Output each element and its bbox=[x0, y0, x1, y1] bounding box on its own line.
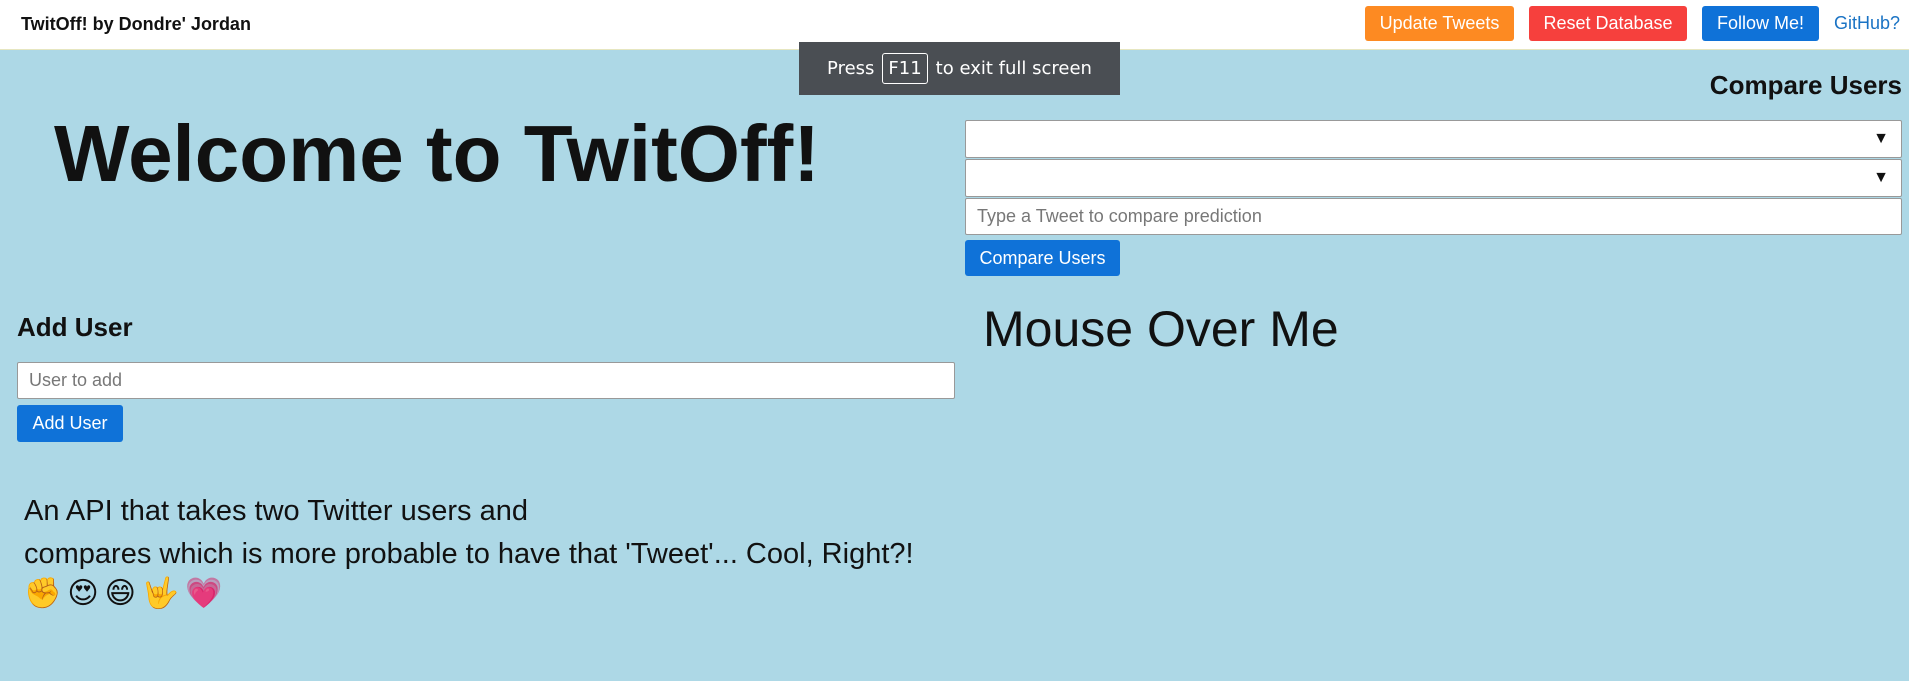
welcome-heading: Welcome to TwitOff! bbox=[54, 109, 820, 198]
user-to-add-input[interactable] bbox=[17, 362, 955, 399]
compare-users-button[interactable]: Compare Users bbox=[965, 240, 1120, 276]
mouse-over-text[interactable]: Mouse Over Me bbox=[983, 300, 1339, 358]
reset-database-button[interactable]: Reset Database bbox=[1529, 6, 1687, 41]
description-line-1: An API that takes two Twitter users and bbox=[24, 495, 529, 527]
fullscreen-notice-prefix: Press bbox=[827, 58, 875, 79]
dropdown-arrow-icon: ▼ bbox=[1873, 130, 1889, 147]
description-line-2: compares which is more probable to have … bbox=[24, 538, 914, 570]
user2-select[interactable]: ▼ bbox=[965, 159, 1902, 197]
tweet-input[interactable] bbox=[965, 198, 1902, 235]
description: An API that takes two Twitter users and … bbox=[24, 490, 914, 576]
follow-me-button[interactable]: Follow Me! bbox=[1702, 6, 1819, 41]
fullscreen-notice: Press F11 to exit full screen bbox=[799, 42, 1120, 95]
add-user-button[interactable]: Add User bbox=[17, 405, 123, 442]
add-user-title: Add User bbox=[17, 312, 133, 342]
emoji-row: ✊😍😄🤟💗 bbox=[24, 577, 229, 610]
update-tweets-button[interactable]: Update Tweets bbox=[1365, 6, 1514, 41]
user1-select[interactable]: ▼ bbox=[965, 120, 1902, 158]
compare-users-title: Compare Users bbox=[1709, 70, 1902, 100]
f11-key: F11 bbox=[882, 53, 928, 84]
brand-title[interactable]: TwitOff! by Dondre' Jordan bbox=[21, 14, 251, 35]
github-link[interactable]: GitHub? bbox=[1834, 13, 1900, 34]
fullscreen-notice-suffix: to exit full screen bbox=[935, 58, 1092, 79]
dropdown-arrow-icon: ▼ bbox=[1873, 169, 1889, 186]
